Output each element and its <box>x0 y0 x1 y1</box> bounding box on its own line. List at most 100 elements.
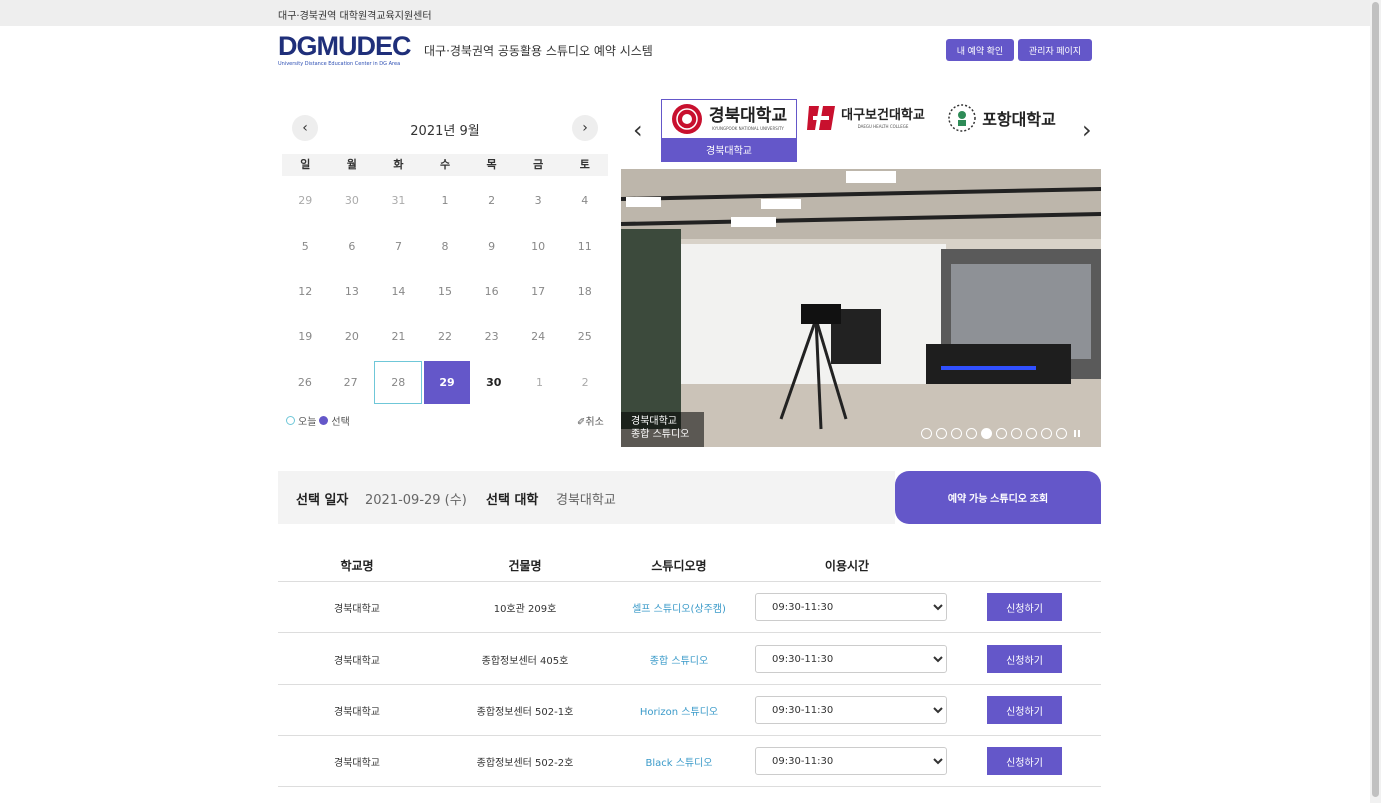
calendar-day[interactable]: 25 <box>561 314 608 359</box>
time-select[interactable]: 09:30-11:30 <box>755 593 947 621</box>
scrollbar[interactable] <box>1370 0 1381 803</box>
calendar-day[interactable]: 18 <box>561 269 608 314</box>
chevron-right-icon: › <box>1082 116 1092 144</box>
calendar-day[interactable]: 1 <box>422 178 469 223</box>
calendar-day[interactable]: 19 <box>282 314 329 359</box>
calendar-day-selected[interactable]: 29 <box>424 360 470 404</box>
row-building: 종합정보센터 405호 <box>481 656 569 667</box>
time-select[interactable]: 09:30-11:30 <box>755 696 947 724</box>
slide-dot[interactable] <box>951 428 962 439</box>
slide-dot[interactable] <box>996 428 1007 439</box>
uni-prev-button[interactable]: ‹ <box>633 116 643 144</box>
slide-dot[interactable] <box>1041 428 1052 439</box>
table-row: 경북대학교 종합정보센터 502-1호 Horizon 스튜디오 09:30-1… <box>278 685 1101 736</box>
pause-icon[interactable] <box>1071 428 1082 439</box>
calendar-day[interactable]: 9 <box>468 223 515 268</box>
uni-next-button[interactable]: › <box>1082 116 1092 144</box>
calendar-day[interactable]: 5 <box>282 223 329 268</box>
slide-dot[interactable] <box>1056 428 1067 439</box>
calendar-day[interactable]: 17 <box>515 269 562 314</box>
calendar-day[interactable]: 29 <box>282 178 329 223</box>
search-studios-button[interactable]: 예약 가능 스튜디오 조회 <box>895 471 1101 524</box>
time-select[interactable]: 09:30-11:30 <box>755 645 947 673</box>
slide-dot[interactable] <box>1011 428 1022 439</box>
uni-card-pohang[interactable]: 포항대학교 <box>943 99 1061 162</box>
calendar-day[interactable]: 12 <box>282 269 329 314</box>
calendar-day[interactable]: 14 <box>375 269 422 314</box>
slide-dot[interactable] <box>966 428 977 439</box>
calendar-title: 2021년 9월 <box>410 124 480 139</box>
admin-page-button[interactable]: 관리자 페이지 <box>1018 39 1092 61</box>
calendar-day[interactable]: 11 <box>561 223 608 268</box>
knu-logo-sub: KYUNGPOOK NATIONAL UNIVERSITY <box>712 126 784 131</box>
weekday-sat: 토 <box>579 158 590 171</box>
legend-today-label: 오늘 <box>298 417 317 428</box>
logo-text: DGMUDEC <box>278 31 412 61</box>
weekday-thu: 목 <box>486 158 497 171</box>
calendar-day[interactable]: 10 <box>515 223 562 268</box>
calendar-day[interactable]: 2 <box>562 360 608 405</box>
calendar-day[interactable]: 20 <box>329 314 376 359</box>
calendar-day-today[interactable]: 28 <box>374 360 423 404</box>
cancel-selection-button[interactable]: ✐취소 <box>577 413 604 428</box>
slide-dot[interactable] <box>981 428 992 439</box>
row-studio-link[interactable]: 종합 스튜디오 <box>600 652 758 667</box>
calendar-day[interactable]: 24 <box>515 314 562 359</box>
slide-dot[interactable] <box>936 428 947 439</box>
row-studio-link[interactable]: 셀프 스튜디오(상주캠) <box>600 600 758 615</box>
apply-button[interactable]: 신청하기 <box>987 696 1062 724</box>
slide-dot[interactable] <box>1026 428 1037 439</box>
slide-dot[interactable] <box>921 428 932 439</box>
pohang-logo-text: 포항대학교 <box>982 110 1056 129</box>
calendar-day[interactable]: 22 <box>422 314 469 359</box>
prev-month-button[interactable]: ‹ <box>292 115 318 141</box>
row-studio-link[interactable]: Horizon 스튜디오 <box>600 703 758 718</box>
my-reservation-button[interactable]: 내 예약 확인 <box>946 39 1014 61</box>
calendar-day[interactable]: 30 <box>471 360 517 405</box>
pohang-seal-icon <box>948 104 976 132</box>
row-building: 10호관 209호 <box>493 604 557 615</box>
calendar-day[interactable]: 7 <box>375 223 422 268</box>
apply-button[interactable]: 신청하기 <box>987 593 1062 621</box>
slide-caption: 경북대학교 종합 스튜디오 <box>621 412 704 447</box>
calendar-day[interactable]: 26 <box>282 360 328 405</box>
today-ring-icon <box>286 416 295 425</box>
calendar-day[interactable]: 8 <box>422 223 469 268</box>
scrollbar-thumb[interactable] <box>1372 2 1379 797</box>
calendar-day[interactable]: 6 <box>329 223 376 268</box>
logo[interactable]: DGMUDEC University Distance Education Ce… <box>278 31 412 68</box>
apply-button[interactable]: 신청하기 <box>987 747 1062 775</box>
row-studio-link[interactable]: Black 스튜디오 <box>600 754 758 769</box>
calendar-day[interactable]: 23 <box>468 314 515 359</box>
pohang-logo: 포항대학교 <box>943 99 1061 137</box>
row-school: 경북대학교 <box>334 758 380 769</box>
calendar-day[interactable]: 31 <box>375 178 422 223</box>
selected-dot-icon <box>319 416 329 425</box>
calendar-day[interactable]: 4 <box>561 178 608 223</box>
next-month-button[interactable]: › <box>572 115 598 141</box>
calendar-legend: 오늘 선택 <box>286 413 350 428</box>
calendar-week: 26 27 28 29 30 1 2 <box>282 360 608 405</box>
time-select[interactable]: 09:30-11:30 <box>755 747 947 775</box>
uni-card-dhc[interactable]: 대구보건대학교 DAEGU HEALTH COLLEGE <box>806 99 926 162</box>
row-school: 경북대학교 <box>334 604 380 615</box>
calendar-day[interactable]: 27 <box>328 360 374 405</box>
knu-logo: 경북대학교 KYUNGPOOK NATIONAL UNIVERSITY <box>662 100 796 138</box>
calendar-day[interactable]: 1 <box>517 360 563 405</box>
calendar-day[interactable]: 2 <box>468 178 515 223</box>
system-title: 대구·경북권역 공동활용 스튜디오 예약 시스템 <box>424 44 653 58</box>
dhc-mark-icon <box>807 106 836 130</box>
calendar-day[interactable]: 30 <box>329 178 376 223</box>
uni-card-knu[interactable]: 경북대학교 KYUNGPOOK NATIONAL UNIVERSITY 경북대학… <box>661 99 797 162</box>
calendar-day[interactable]: 15 <box>422 269 469 314</box>
apply-button[interactable]: 신청하기 <box>987 645 1062 673</box>
calendar-day[interactable]: 3 <box>515 178 562 223</box>
calendar-day[interactable]: 13 <box>329 269 376 314</box>
chevron-right-icon: › <box>582 120 588 136</box>
row-building: 종합정보센터 502-1호 <box>476 707 574 718</box>
selected-date-value: 2021-09-29 (수) <box>365 493 467 508</box>
calendar-day[interactable]: 21 <box>375 314 422 359</box>
slide-caption-school: 경북대학교 <box>631 416 677 427</box>
selected-date-label: 선택 일자 <box>296 493 349 508</box>
calendar-day[interactable]: 16 <box>468 269 515 314</box>
